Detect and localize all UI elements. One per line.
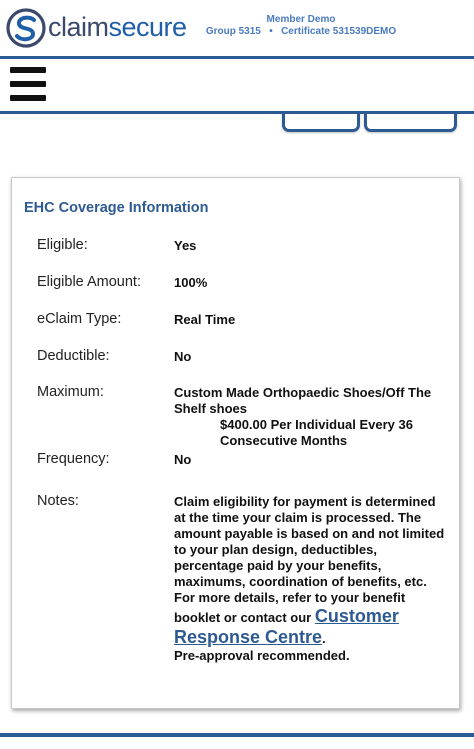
eclaim-type-value: Real Time <box>174 312 236 327</box>
maximum-item: Custom Made Orthopaedic Shoes/Off The Sh… <box>174 385 432 416</box>
logo-swoosh-icon <box>6 8 46 48</box>
frequency-label: Frequency: <box>37 451 110 467</box>
hamburger-bar <box>10 67 46 73</box>
footer-divider <box>0 733 474 737</box>
hamburger-bar <box>10 81 46 87</box>
maximum-label: Maximum: <box>37 384 104 400</box>
app-header: claimsecure Member Demo Group 5315 • Cer… <box>0 0 474 56</box>
eclaim-type-label: eClaim Type: <box>37 311 122 327</box>
separator-dot: • <box>269 26 273 37</box>
frequency-value: No <box>174 452 192 467</box>
certificate-number: Certificate 531539DEMO <box>281 26 397 37</box>
eligible-label: Eligible: <box>37 237 88 253</box>
coverage-card: EHC Coverage Information Eligible: Yes E… <box>11 177 460 709</box>
group-number: Group 5315 <box>205 26 261 37</box>
notes-text: Claim eligibility for payment is determi… <box>174 494 445 625</box>
notes-label: Notes: <box>37 493 79 509</box>
member-ids: Group 5315 • Certificate 531539DEMO <box>196 26 406 38</box>
coverage-title: EHC Coverage Information <box>24 200 209 216</box>
maximum-detail: $400.00 Per Individual Every 36 Consecut… <box>220 417 413 448</box>
claimsecure-logo[interactable]: claimsecure <box>6 8 187 48</box>
hamburger-bar <box>10 95 46 101</box>
logo-claim: claim <box>48 11 109 42</box>
notes-period: . <box>322 631 326 646</box>
maximum-value: Custom Made Orthopaedic Shoes/Off The Sh… <box>174 385 446 449</box>
eligible-value: Yes <box>174 238 197 253</box>
hamburger-menu-icon[interactable] <box>10 67 46 101</box>
preapproval-note: Pre-approval recommended. <box>174 648 350 663</box>
eligible-amount-value: 100% <box>174 275 208 290</box>
notes-value: Claim eligibility for payment is determi… <box>174 494 446 664</box>
member-name: Member Demo <box>266 14 336 25</box>
nav-bar <box>0 59 474 111</box>
member-info: Member Demo Group 5315 • Certificate 531… <box>196 14 406 38</box>
eligible-amount-label: Eligible Amount: <box>37 274 141 290</box>
deductible-label: Deductible: <box>37 348 110 364</box>
deductible-value: No <box>174 349 192 364</box>
logo-secure: secure <box>108 11 188 42</box>
logo-wordmark: claimsecure <box>48 12 187 43</box>
nav-divider <box>0 111 474 114</box>
